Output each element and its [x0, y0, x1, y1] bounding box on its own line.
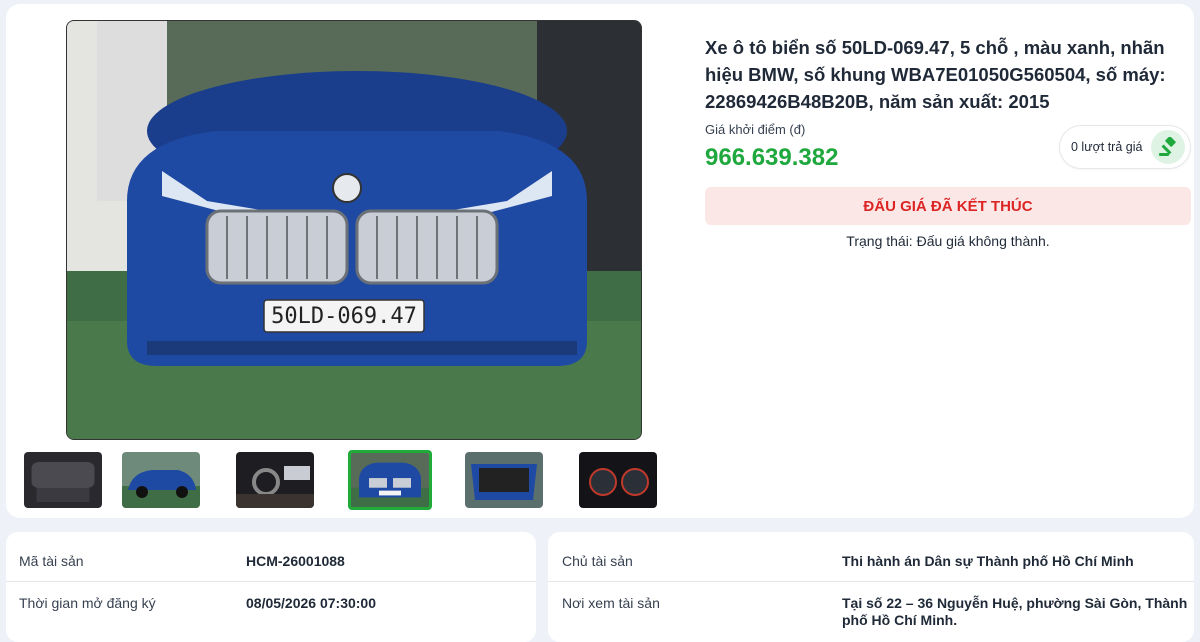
thumbnail-car-side[interactable]: [122, 452, 200, 508]
starting-price-value: 966.639.382: [705, 144, 839, 171]
auction-ended-label: ĐẤU GIÁ ĐÃ KẾT THÚC: [863, 197, 1033, 215]
thumbnail-strip: [24, 450, 664, 510]
owner-value: Thi hành án Dân sự Thành phố Hồ Chí Minh: [842, 553, 1134, 569]
car-cockpit-photo-icon: [236, 452, 314, 508]
view-place-value-line1: Tại số 22 – 36 Nguyễn Huệ, phường Sài Gò…: [842, 595, 1188, 611]
bid-count-text: 0 lượt trả giá: [1071, 140, 1143, 154]
license-plate-text: 50LD-069.47: [271, 304, 417, 329]
thumbnail-car-dashboard-gauges[interactable]: [579, 452, 657, 508]
listing-title: Xe ô tô biển số 50LD-069.47, 5 chỗ , màu…: [705, 37, 1166, 112]
auction-ended-button[interactable]: ĐẤU GIÁ ĐÃ KẾT THÚC: [705, 187, 1191, 225]
asset-code-label: Mã tài sản: [19, 553, 84, 569]
registration-time-label: Thời gian mở đăng ký: [19, 595, 156, 611]
listing-card: 50LD-069.47 Xe ô tô biển số 50LD-069.47,…: [6, 4, 1194, 518]
car-side-photo-icon: [122, 452, 200, 508]
thumbnail-car-front[interactable]: [348, 450, 432, 510]
auction-status-text: Trạng thái: Đấu giá không thành.: [846, 233, 1050, 249]
view-place-value-line2: phố Hồ Chí Minh.: [842, 612, 958, 628]
car-dashboard-gauges-photo-icon: [579, 452, 657, 508]
owner-label: Chủ tài sản: [562, 553, 633, 569]
asset-details-card: Mã tài sản HCM-26001088 Thời gian mở đăn…: [6, 532, 536, 642]
registration-time-value: 08/05/2026 07:30:00: [246, 595, 376, 611]
car-front-photo-icon: [351, 453, 429, 507]
thumbnail-car-cockpit[interactable]: [236, 452, 314, 508]
asset-code-value: HCM-26001088: [246, 553, 345, 569]
row-divider: [548, 581, 1194, 582]
row-divider: [6, 581, 536, 582]
gavel-icon[interactable]: [1151, 130, 1185, 164]
car-seat-interior-photo-icon: [24, 452, 102, 508]
bid-count-pill: 0 lượt trả giá: [1060, 126, 1190, 168]
view-place-label: Nơi xem tài sản: [562, 595, 660, 611]
owner-details-card: Chủ tài sản Thi hành án Dân sự Thành phố…: [548, 532, 1194, 642]
starting-price-label: Giá khởi điểm (đ): [705, 122, 806, 137]
thumbnail-car-trunk[interactable]: [465, 452, 543, 508]
thumbnail-car-seat-interior[interactable]: [24, 452, 102, 508]
main-car-photo[interactable]: 50LD-069.47: [66, 20, 642, 440]
car-trunk-photo-icon: [465, 452, 543, 508]
